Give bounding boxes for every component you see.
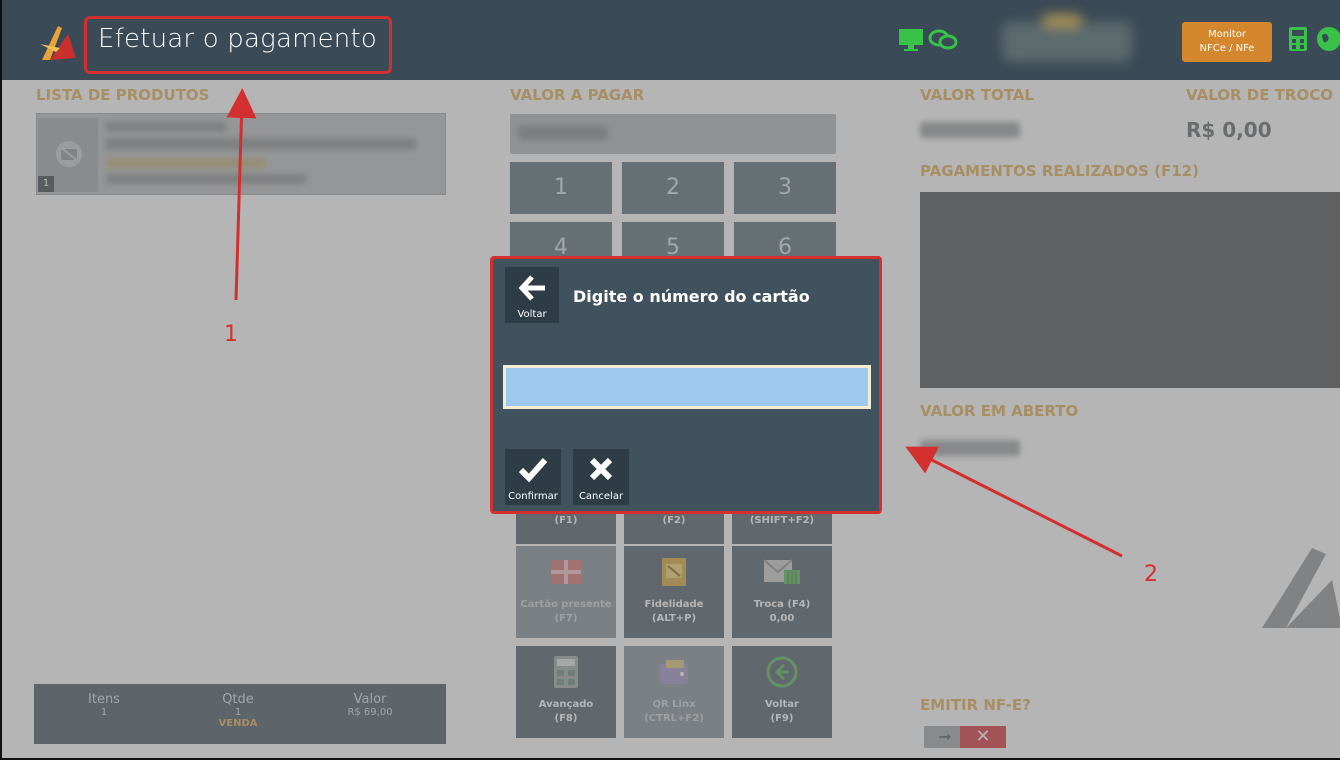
- gift-card-shortcut: (F7): [554, 613, 578, 624]
- blurred-total-value: [920, 122, 1020, 138]
- gift-card-title: Cartão presente: [520, 599, 612, 610]
- advanced-shortcut: (F8): [554, 713, 578, 724]
- confirm-label: Confirmar: [508, 491, 558, 502]
- globe-icon[interactable]: [1316, 26, 1340, 52]
- linx-watermark-icon: Linx: [1062, 616, 1257, 709]
- cancel-button[interactable]: Cancelar: [573, 449, 629, 505]
- cancel-label: Cancelar: [578, 491, 624, 502]
- back-f9-title: Voltar: [765, 699, 799, 710]
- monitor-icon[interactable]: [898, 28, 924, 52]
- change-value-label: VALOR DE TROCO: [1186, 86, 1333, 104]
- exchange-title: Troca (F4): [753, 599, 811, 610]
- change-value: R$ 0,00: [1186, 118, 1272, 142]
- linx-logo-icon: [40, 26, 76, 60]
- app-window: Efetuar o pagamento Monitor NFCe / NFe L…: [0, 0, 1340, 760]
- back-f9-button[interactable]: Voltar (F9): [732, 646, 832, 738]
- monitor-sub-label: NFCe / NFe: [1199, 43, 1255, 54]
- blurred-product-code: [106, 122, 226, 132]
- confirm-button[interactable]: Confirmar: [505, 449, 561, 505]
- qr-linx-label: QR Linx (CTRL+F2): [624, 698, 724, 726]
- loyalty-card-icon: [662, 558, 686, 586]
- qty-label: Qtde: [222, 692, 254, 707]
- calculator-icon[interactable]: [1288, 26, 1308, 52]
- exchange-button[interactable]: Troca (F4) 0,00: [732, 546, 832, 638]
- card-number-input[interactable]: [503, 365, 871, 409]
- gift-card-label: Cartão presente (F7): [516, 598, 616, 626]
- wallet-icon: [660, 660, 688, 684]
- qty-summary: Qtde 1 VENDA: [208, 692, 268, 729]
- loyalty-button[interactable]: Fidelidade (ALT+P): [624, 546, 724, 638]
- annotation-arrow-2: [905, 446, 1123, 558]
- amount-to-pay-label: VALOR A PAGAR: [510, 86, 645, 104]
- product-index-badge: 1: [38, 176, 54, 192]
- advanced-button[interactable]: Avançado (F8): [516, 646, 616, 738]
- back-f9-label: Voltar (F9): [732, 698, 832, 726]
- keypad-key-2[interactable]: 2: [622, 162, 724, 214]
- dialog-back-button[interactable]: Voltar: [505, 267, 559, 323]
- open-value-label: VALOR EM ABERTO: [920, 402, 1079, 420]
- sale-summary-bar: Itens 1 Qtde 1 VENDA Valor R$ 69,00: [34, 684, 446, 744]
- no-image-icon: [56, 141, 82, 167]
- monitor-label: Monitor: [1207, 29, 1246, 40]
- blurred-open-value: [920, 440, 1020, 456]
- close-icon: [589, 457, 613, 481]
- gift-card-button[interactable]: Cartão presente (F7): [516, 546, 616, 638]
- annotation-title-highlight: [84, 16, 392, 74]
- items-value: 1: [100, 707, 108, 718]
- annotation-number-2: 2: [1144, 562, 1158, 587]
- blurred-status: [1002, 22, 1132, 62]
- qr-linx-button[interactable]: QR Linx (CTRL+F2): [624, 646, 724, 738]
- exchange-label: Troca (F4) 0,00: [732, 598, 832, 626]
- arrow-left-icon: [518, 275, 545, 301]
- monitor-nfce-button[interactable]: Monitor NFCe / NFe: [1182, 22, 1272, 62]
- calculator-icon: [554, 656, 578, 688]
- value-amount: R$ 69,00: [347, 707, 393, 718]
- payments-list[interactable]: [920, 192, 1340, 388]
- advanced-label: Avançado (F8): [516, 698, 616, 726]
- exchange-value: 0,00: [769, 613, 795, 624]
- annotation-number-1: 1: [224, 322, 238, 347]
- issue-nfe-label: EMITIR NF-E?: [920, 696, 1031, 714]
- advanced-title: Avançado: [538, 699, 594, 710]
- sale-type-label: VENDA: [218, 718, 258, 729]
- chat-icon[interactable]: [928, 28, 958, 52]
- payments-made-label: PAGAMENTOS REALIZADOS (F12): [920, 162, 1199, 180]
- value-label: Valor: [353, 692, 387, 707]
- products-list-label: LISTA DE PRODUTOS: [36, 86, 210, 104]
- arrow-left-circle-icon: [766, 656, 798, 688]
- blurred-product-name: [106, 138, 416, 150]
- gift-card-icon: [551, 560, 581, 584]
- qr-linx-shortcut: (CTRL+F2): [644, 713, 704, 724]
- nfe-off-indicator: ✕: [960, 726, 1006, 748]
- blurred-highlight: [1042, 14, 1082, 28]
- loyalty-title: Fidelidade: [644, 599, 704, 610]
- blurred-product-price: [106, 158, 266, 168]
- dialog-title: Digite o número do cartão: [573, 287, 810, 306]
- total-value-label: VALOR TOTAL: [920, 86, 1034, 104]
- back-f9-shortcut: (F9): [770, 713, 794, 724]
- blurred-product-details: [106, 174, 306, 184]
- keypad-key-1[interactable]: 1: [510, 162, 612, 214]
- arrow-right-icon: ➞: [938, 727, 952, 746]
- qty-value: 1: [234, 707, 242, 718]
- dialog-back-label: Voltar: [517, 309, 547, 320]
- loyalty-shortcut: (ALT+P): [651, 613, 697, 624]
- checkmark-icon: [518, 458, 548, 483]
- items-summary: Itens 1: [74, 692, 134, 718]
- card-number-dialog: Voltar Digite o número do cartão Confirm…: [490, 256, 882, 514]
- keypad-key-3[interactable]: 3: [734, 162, 836, 214]
- blurred-amount: [518, 126, 608, 140]
- items-label: Itens: [88, 692, 120, 707]
- qr-linx-title: QR Linx: [652, 699, 696, 710]
- value-summary: Valor R$ 69,00: [330, 692, 410, 718]
- loyalty-label: Fidelidade (ALT+P): [624, 598, 724, 626]
- exchange-envelope-icon: [763, 559, 800, 584]
